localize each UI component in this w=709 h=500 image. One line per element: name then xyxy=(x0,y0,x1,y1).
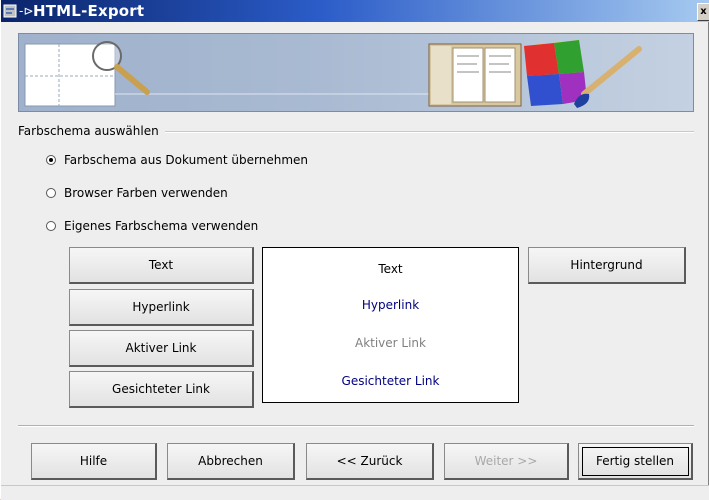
radio-label: Farbschema aus Dokument übernehmen xyxy=(64,153,308,167)
preview-text: Text xyxy=(378,262,403,276)
hyperlink-color-button[interactable]: Hyperlink xyxy=(69,289,254,326)
active-link-color-button[interactable]: Aktiver Link xyxy=(69,330,254,367)
color-palette-illustration xyxy=(524,40,587,106)
close-button[interactable]: x xyxy=(697,3,709,21)
radio-checked-icon[interactable] xyxy=(46,155,56,165)
html-pages-illustration xyxy=(428,43,522,107)
footer-divider xyxy=(18,425,694,427)
preview-active-link: Aktiver Link xyxy=(354,336,426,350)
title-bar[interactable]: -⊳ HTML-Export x xyxy=(1,0,709,22)
section-label: Farbschema auswählen xyxy=(18,124,165,138)
radio-label: Eigenes Farbschema verwenden xyxy=(64,219,259,233)
bottom-edge xyxy=(1,485,709,500)
banner-illustration xyxy=(24,40,642,108)
help-button[interactable]: Hilfe xyxy=(31,443,157,480)
visited-link-color-button[interactable]: Gesichteter Link xyxy=(69,371,254,408)
background-color-button[interactable]: Hintergrund xyxy=(528,247,686,284)
back-button[interactable]: << Zurück xyxy=(306,443,434,480)
dialog-window: -⊳ HTML-Export x Farbschema auswählen Fa… xyxy=(0,0,709,500)
text-color-button[interactable]: Text xyxy=(69,247,254,284)
radio-unchecked-icon[interactable] xyxy=(46,221,56,231)
next-button[interactable]: Weiter >> xyxy=(444,443,569,480)
cancel-button[interactable]: Abbrechen xyxy=(167,443,295,480)
preview-visited-link: Gesichteter Link xyxy=(341,374,440,388)
radio-unchecked-icon[interactable] xyxy=(46,188,56,198)
header-banner xyxy=(18,33,694,112)
app-icon[interactable] xyxy=(3,3,19,19)
color-preview: Text Hyperlink Aktiver Link Gesichteter … xyxy=(262,247,519,403)
preview-hyperlink: Hyperlink xyxy=(361,298,420,312)
window-title: HTML-Export xyxy=(33,2,145,20)
pin-icon[interactable]: -⊳ xyxy=(19,1,33,21)
finish-button[interactable]: Fertig stellen xyxy=(578,443,693,480)
radio-label: Browser Farben verwenden xyxy=(64,186,228,200)
